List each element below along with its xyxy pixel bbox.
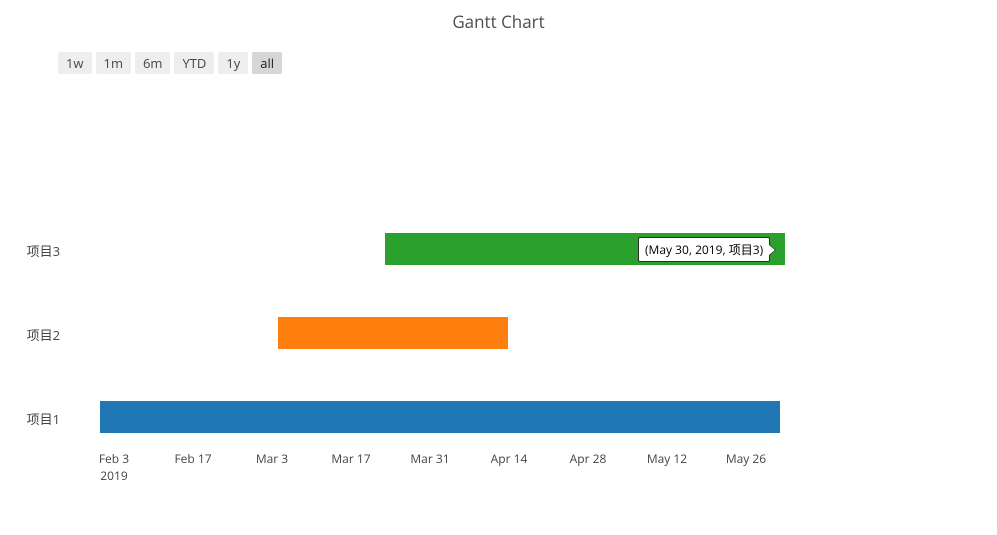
plot-area: 项目3 项目2 项目1 (May 30, 2019, 项目3) Feb 3201…: [65, 85, 975, 480]
gantt-bar-project2[interactable]: [278, 317, 508, 349]
range-all[interactable]: all: [252, 52, 282, 74]
range-1w[interactable]: 1w: [58, 52, 92, 74]
range-6m[interactable]: 6m: [135, 52, 170, 74]
x-tick-label: Mar 31: [410, 450, 449, 467]
x-tick-label: Feb 17: [174, 450, 211, 467]
range-ytd[interactable]: YTD: [174, 52, 214, 74]
x-tick-label: Apr 28: [570, 450, 607, 467]
x-tick-label: Feb 32019: [99, 450, 129, 484]
range-1m[interactable]: 1m: [96, 52, 131, 74]
hover-tooltip: (May 30, 2019, 项目3): [638, 237, 770, 262]
x-tick-label: May 26: [726, 450, 766, 467]
rangeselector: 1w 1m 6m YTD 1y all: [58, 52, 282, 74]
x-tick-label: May 12: [647, 450, 687, 467]
gantt-bar-project1[interactable]: [100, 401, 780, 433]
range-1y[interactable]: 1y: [218, 52, 248, 74]
y-tick-label: 项目3: [20, 241, 60, 260]
x-axis: Feb 32019 Feb 17 Mar 3 Mar 17 Mar 31 Apr…: [65, 450, 975, 480]
x-tick-label: Mar 3: [256, 450, 288, 467]
x-tick-label: Apr 14: [491, 450, 528, 467]
y-tick-label: 项目2: [20, 325, 60, 344]
x-tick-label: Mar 17: [331, 450, 370, 467]
y-tick-label: 项目1: [20, 409, 60, 428]
chart-title: Gantt Chart: [0, 10, 997, 33]
